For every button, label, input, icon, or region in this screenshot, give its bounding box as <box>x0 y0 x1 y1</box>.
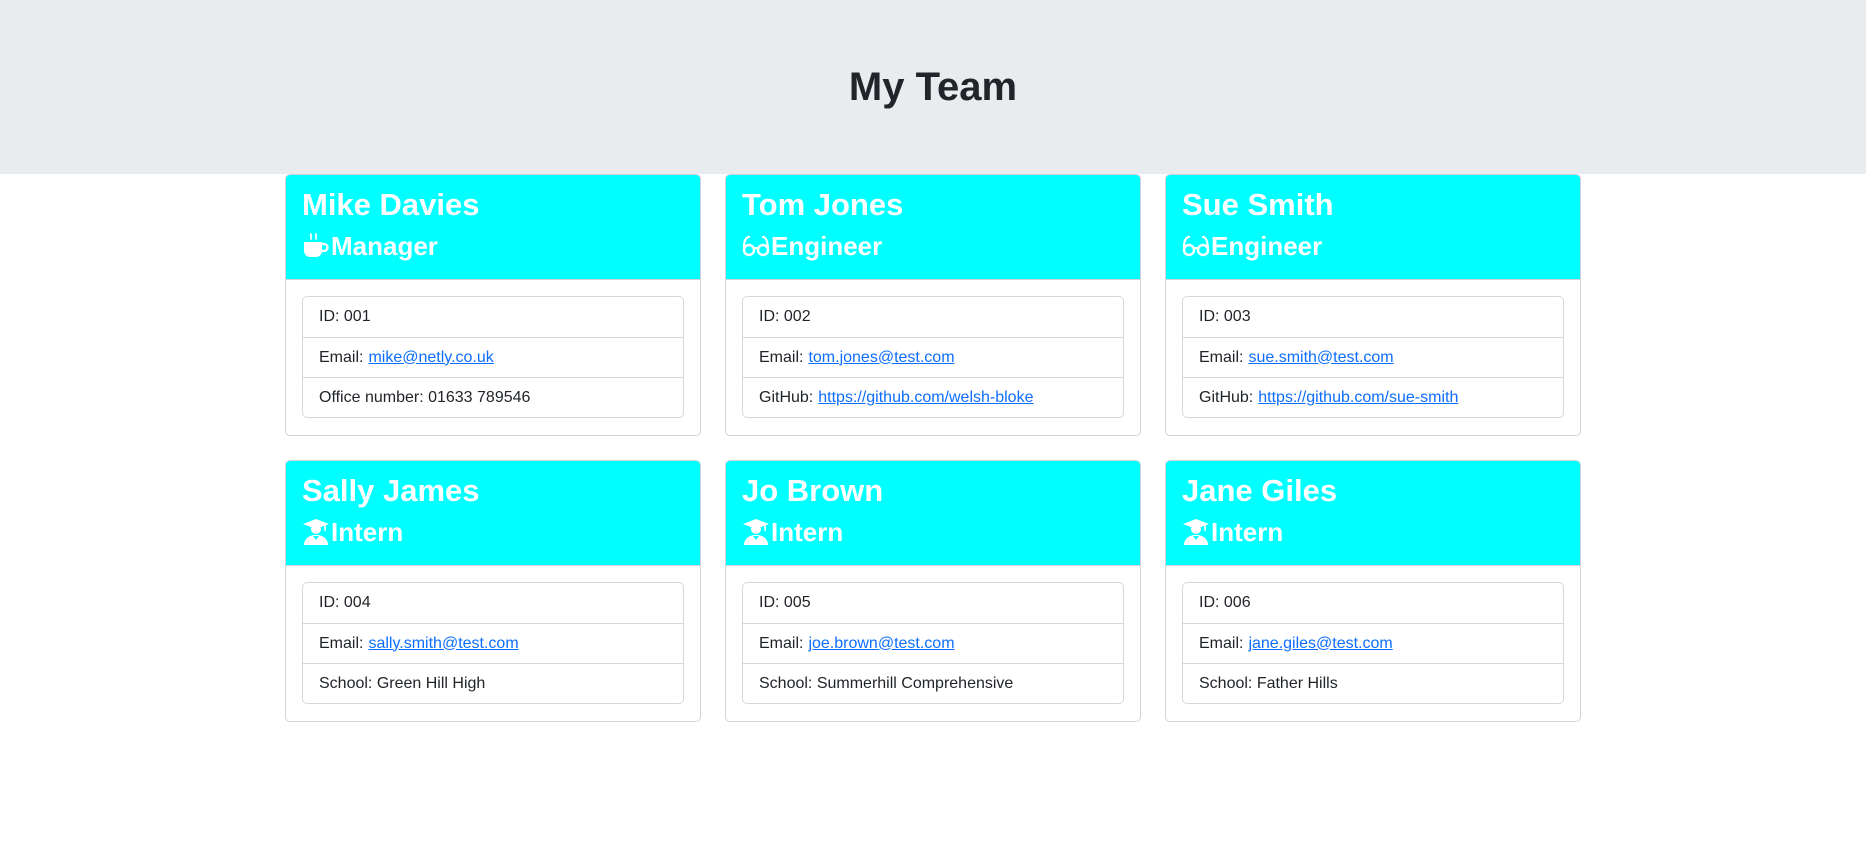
mug-hot-icon <box>302 232 330 260</box>
email-label: Email: <box>759 348 804 366</box>
employee-details-list: ID: 004 Email: sally.smith@test.com Scho… <box>302 582 684 704</box>
employee-email-row: Email: mike@netly.co.uk <box>303 337 683 377</box>
employee-name: Jane Giles <box>1182 473 1338 508</box>
employee-name: Sue Smith <box>1182 187 1334 222</box>
github-link[interactable]: https://github.com/welsh-bloke <box>818 389 1033 407</box>
employee-details-list: ID: 002 Email: tom.jones@test.com GitHub… <box>742 296 1124 418</box>
employee-card: Tom Jones Engineer ID: 002 Email: tom.jo… <box>725 174 1141 436</box>
employee-card: Mike Davies Manager ID: 001 Email: mike@… <box>285 174 701 436</box>
card-body: ID: 003 Email: sue.smith@test.com GitHub… <box>1166 280 1580 434</box>
employee-email-row: Email: tom.jones@test.com <box>743 337 1123 377</box>
employee-school: School: Green Hill High <box>303 663 683 703</box>
email-link[interactable]: sue.smith@test.com <box>1248 349 1393 367</box>
employee-id: ID: 002 <box>759 308 811 325</box>
employee-role: Intern <box>742 513 1124 551</box>
employee-id: ID: 005 <box>759 594 811 611</box>
employee-card: Sally James Intern ID: 004 Email: sally.… <box>285 460 701 722</box>
employee-role-label: Engineer <box>771 231 883 261</box>
employee-name: Sally James <box>302 473 480 508</box>
glasses-icon <box>1182 232 1210 260</box>
employee-name: Tom Jones <box>742 187 904 222</box>
employee-github-row: GitHub: https://github.com/sue-smith <box>1183 377 1563 417</box>
graduate-icon <box>302 518 330 546</box>
page-header: My Team <box>0 0 1866 174</box>
graduate-icon <box>1182 518 1210 546</box>
employee-email-row: Email: sue.smith@test.com <box>1183 337 1563 377</box>
card-header: Jane Giles Intern <box>1166 461 1580 566</box>
page-title: My Team <box>848 64 1018 109</box>
employee-role-label: Intern <box>1211 517 1284 547</box>
card-body: ID: 006 Email: jane.giles@test.com Schoo… <box>1166 566 1580 720</box>
card-body: ID: 005 Email: joe.brown@test.com School… <box>726 566 1140 720</box>
employee-name: Jo Brown <box>742 473 884 508</box>
employee-role: Engineer <box>1182 227 1564 265</box>
email-label: Email: <box>1199 634 1244 652</box>
employee-card: Jane Giles Intern ID: 006 Email: jane.gi… <box>1165 460 1581 722</box>
email-label: Email: <box>319 634 364 652</box>
employee-role: Engineer <box>742 227 1124 265</box>
card-header: Tom Jones Engineer <box>726 175 1140 280</box>
employee-email-row: Email: joe.brown@test.com <box>743 623 1123 663</box>
employee-details-list: ID: 005 Email: joe.brown@test.com School… <box>742 582 1124 704</box>
email-link[interactable]: jane.giles@test.com <box>1248 635 1392 653</box>
card-body: ID: 004 Email: sally.smith@test.com Scho… <box>286 566 700 720</box>
employee-details-list: ID: 003 Email: sue.smith@test.com GitHub… <box>1182 296 1564 418</box>
employee-card: Sue Smith Engineer ID: 003 Email: sue.sm… <box>1165 174 1581 436</box>
employee-role-label: Manager <box>331 231 438 261</box>
employee-role: Intern <box>1182 513 1564 551</box>
team-cards-grid: Mike Davies Manager ID: 001 Email: mike@… <box>285 174 1581 722</box>
employee-school: School: Father Hills <box>1183 663 1563 703</box>
email-label: Email: <box>1199 348 1244 366</box>
email-link[interactable]: joe.brown@test.com <box>808 635 954 653</box>
employee-id: ID: 004 <box>319 594 371 611</box>
email-link[interactable]: sally.smith@test.com <box>368 635 518 653</box>
card-header: Sue Smith Engineer <box>1166 175 1580 280</box>
employee-card: Jo Brown Intern ID: 005 Email: joe.brown… <box>725 460 1141 722</box>
graduate-icon <box>742 518 770 546</box>
employee-id: ID: 003 <box>1199 308 1251 325</box>
email-link[interactable]: mike@netly.co.uk <box>368 349 493 367</box>
employee-role-label: Intern <box>771 517 844 547</box>
employee-role-label: Engineer <box>1211 231 1323 261</box>
employee-role: Manager <box>302 227 684 265</box>
employee-email-row: Email: jane.giles@test.com <box>1183 623 1563 663</box>
employee-details-list: ID: 006 Email: jane.giles@test.com Schoo… <box>1182 582 1564 704</box>
github-label: GitHub: <box>759 388 814 406</box>
employee-email-row: Email: sally.smith@test.com <box>303 623 683 663</box>
employee-role-label: Intern <box>331 517 404 547</box>
employee-role: Intern <box>302 513 684 551</box>
card-header: Jo Brown Intern <box>726 461 1140 566</box>
github-link[interactable]: https://github.com/sue-smith <box>1258 389 1458 407</box>
employee-school: School: Summerhill Comprehensive <box>743 663 1123 703</box>
employee-office-number: Office number: 01633 789546 <box>303 377 683 417</box>
employee-name: Mike Davies <box>302 187 480 222</box>
card-body: ID: 001 Email: mike@netly.co.uk Office n… <box>286 280 700 434</box>
email-link[interactable]: tom.jones@test.com <box>808 349 954 367</box>
card-body: ID: 002 Email: tom.jones@test.com GitHub… <box>726 280 1140 434</box>
employee-details-list: ID: 001 Email: mike@netly.co.uk Office n… <box>302 296 684 418</box>
employee-id: ID: 006 <box>1199 594 1251 611</box>
card-header: Mike Davies Manager <box>286 175 700 280</box>
employee-github-row: GitHub: https://github.com/welsh-bloke <box>743 377 1123 417</box>
github-label: GitHub: <box>1199 388 1254 406</box>
email-label: Email: <box>319 348 364 366</box>
glasses-icon <box>742 232 770 260</box>
employee-id: ID: 001 <box>319 308 371 325</box>
email-label: Email: <box>759 634 804 652</box>
card-header: Sally James Intern <box>286 461 700 566</box>
